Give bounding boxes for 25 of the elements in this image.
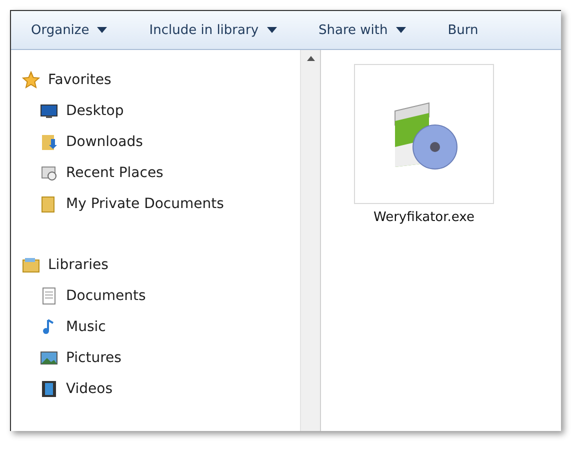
monitor-icon xyxy=(40,102,58,120)
nav-item[interactable]: Documents xyxy=(11,280,300,311)
library-icon xyxy=(22,256,40,274)
nav-item[interactable]: Downloads xyxy=(11,126,300,157)
nav-item[interactable]: Desktop xyxy=(11,95,300,126)
document-icon xyxy=(40,286,58,304)
scroll-up-icon[interactable] xyxy=(306,56,314,61)
star-icon xyxy=(22,70,40,88)
nav-item[interactable]: Recent Places xyxy=(11,157,300,188)
nav-item[interactable]: My Private Documents xyxy=(11,188,300,219)
nav-item[interactable]: Favorites xyxy=(11,64,300,95)
nav-item[interactable]: Music xyxy=(11,311,300,342)
film-icon xyxy=(40,380,58,398)
file-name[interactable]: Weryfikator.exe xyxy=(374,210,474,225)
nav-item[interactable]: Libraries xyxy=(11,249,300,280)
picture-icon xyxy=(40,348,58,366)
toolbar-button[interactable]: Burn xyxy=(438,18,488,42)
nav-item[interactable]: Videos xyxy=(11,373,300,404)
toolbar-button[interactable]: Organize xyxy=(21,18,118,42)
toolbar-button[interactable]: Include in library xyxy=(139,18,287,42)
folder-icon xyxy=(40,132,58,150)
nav-item[interactable]: Pictures xyxy=(11,342,300,373)
toolbar-button[interactable]: Share with xyxy=(308,18,416,42)
scrollbar[interactable] xyxy=(300,50,321,431)
file-tile[interactable] xyxy=(354,64,494,204)
